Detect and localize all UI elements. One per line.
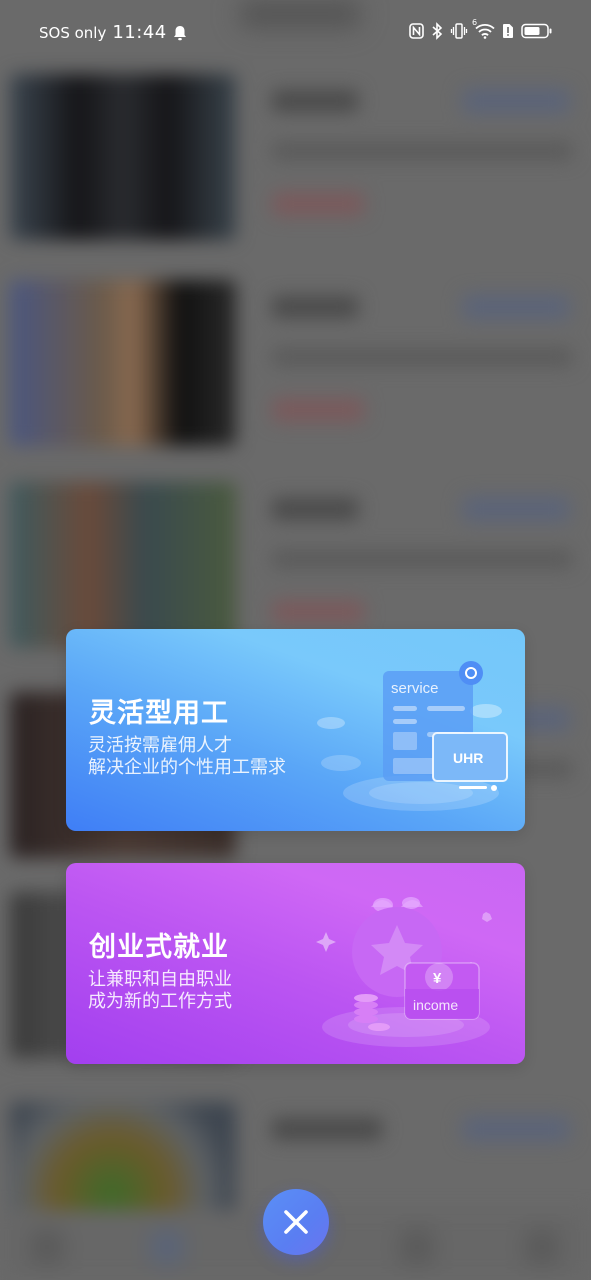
background-desc	[272, 142, 572, 160]
cloud-icon	[317, 717, 345, 729]
sim-alert-icon	[502, 23, 514, 39]
flexible-employment-card[interactable]: 灵活型用工 灵活按需雇佣人才 解决企业的个性用工需求 service UHR	[66, 629, 525, 831]
cloud-icon	[321, 755, 361, 771]
entrepreneurial-employment-card[interactable]: 创业式就业 让兼职和自由职业 成为新的工作方式 ¥ income	[66, 863, 525, 1064]
status-bar: SOS only 11:44 6	[0, 0, 591, 66]
background-price	[272, 600, 364, 624]
battery-icon	[521, 23, 553, 39]
uhr-label: UHR	[453, 750, 483, 766]
wifi-badge: 6	[472, 18, 478, 27]
card-subtitle: 让兼职和自由职业 成为新的工作方式	[88, 969, 232, 1013]
star-small-icon	[482, 912, 492, 922]
background-tab-icon	[400, 1230, 434, 1264]
background-tag	[462, 294, 570, 320]
background-title	[272, 1118, 382, 1140]
background-thumbnail	[10, 482, 236, 648]
background-tab-icon	[30, 1230, 64, 1264]
card-title: 创业式就业	[89, 932, 229, 963]
wifi-icon: 6	[472, 18, 495, 39]
sparkle-icon	[316, 932, 336, 952]
clock: 11:44	[112, 22, 167, 43]
close-icon	[284, 1210, 308, 1234]
service-illustration: service UHR	[317, 661, 508, 811]
background-title	[272, 90, 358, 112]
background-title	[272, 296, 358, 318]
bluetooth-icon	[431, 22, 443, 40]
background-list-item	[0, 268, 591, 458]
background-desc	[272, 550, 572, 568]
card-subtitle-line: 解决企业的个性用工需求	[88, 757, 286, 778]
background-tag	[462, 88, 570, 114]
card-subtitle-line: 让兼职和自由职业	[88, 969, 232, 990]
cloud-icon	[470, 704, 502, 718]
nfc-icon	[409, 23, 424, 39]
service-label: service	[391, 680, 439, 697]
background-desc	[272, 348, 572, 366]
globe-badge-icon	[459, 661, 483, 685]
bell-icon	[173, 25, 187, 41]
background-tab-icon	[525, 1230, 559, 1264]
background-thumbnail	[10, 74, 236, 240]
close-button[interactable]	[263, 1189, 329, 1255]
carrier-label: SOS only	[39, 23, 107, 42]
background-list-item	[0, 62, 591, 252]
yuan-symbol: ¥	[433, 970, 442, 987]
background-price	[272, 398, 364, 422]
background-thumbnail	[10, 280, 236, 446]
card-subtitle-line: 灵活按需雇佣人才	[88, 735, 232, 756]
vibrate-icon	[450, 22, 468, 40]
background-tag	[462, 1116, 570, 1142]
background-tag	[462, 496, 570, 522]
card-title: 灵活型用工	[89, 698, 229, 729]
card-subtitle-line: 成为新的工作方式	[88, 991, 232, 1012]
background-tab-icon	[150, 1230, 184, 1264]
income-label: income	[413, 997, 458, 1013]
background-price	[272, 192, 364, 216]
background-title	[272, 498, 358, 520]
income-illustration: ¥ income	[316, 897, 492, 1047]
card-subtitle: 灵活按需雇佣人才 解决企业的个性用工需求	[88, 735, 286, 779]
